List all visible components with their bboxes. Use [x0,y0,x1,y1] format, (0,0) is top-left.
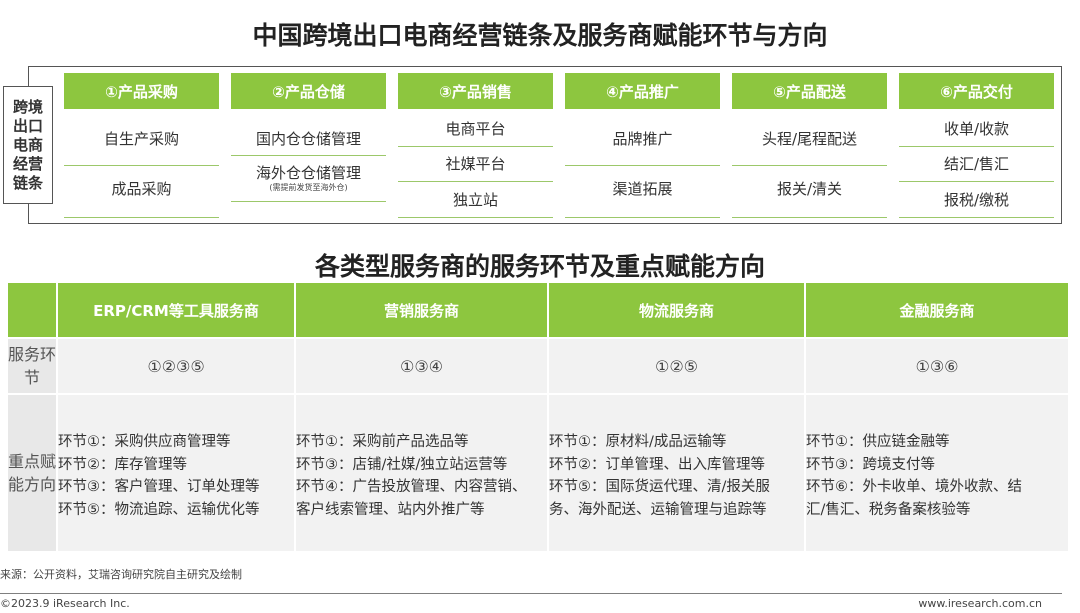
divider [899,146,1054,147]
table-cell-directions: 环节①：采购前产品选品等 环节③：店铺/社媒/独立站运营等 环节④：广告投放管理… [296,395,547,551]
table-cell-directions: 环节①：采购供应商管理等 环节②：库存管理等 环节③：客户管理、订单处理等 环节… [58,395,294,551]
stage-item-text: 海外仓仓储管理 [255,164,361,182]
chain-label: 跨境出口电商经营链条 [3,86,53,204]
footer-divider [0,593,1062,594]
stage-procurement: ①产品采购 自生产采购 成品采购 [64,73,219,218]
direction-line: 环节⑤：物流追踪、运输优化等 [58,501,260,518]
divider [398,146,553,147]
table-cell-steps: ①②③⑤ [58,339,294,393]
divider [64,165,219,166]
direction-line: 环节②：订单管理、出入库管理等 [549,456,765,473]
direction-line: 环节①：原材料/成品运输等 [549,434,727,450]
table-cell-directions: 环节①：供应链金融等 环节③：跨境支付等 环节⑥：外卡收单、境外收款、结 汇/售… [806,395,1068,551]
direction-line: 环节③：客户管理、订单处理等 [58,479,260,495]
stage-item: 品牌推广 [612,130,673,148]
column-header: 物流服务商 [549,283,804,337]
stage-delivery: ⑤产品配送 头程/尾程配送 报关/清关 [732,73,887,218]
section-title: 各类型服务商的服务环节及重点赋能方向 [314,252,765,281]
row-label: 服务环节 [8,339,56,393]
website-link[interactable]: www.iresearch.com.cn [918,597,1042,610]
divider [231,201,386,202]
stage-item: 报关/清关 [776,180,843,198]
direction-line: 客户线索管理、站内外推广等 [296,501,485,518]
direction-line: 务、海外配送、运输管理与追踪等 [549,501,767,518]
main-title: 中国跨境出口电商经营链条及服务商赋能环节与方向 [252,21,828,50]
stage-header: ⑥产品交付 [899,73,1054,109]
direction-line: 汇/售汇、税务备案核验等 [806,501,971,518]
table-cell-steps: ①③④ [296,339,547,393]
stage-item: 成品采购 [111,180,172,198]
direction-line: 环节⑥：外卡收单、境外收款、结 [806,479,1022,495]
copyright: ©2023.9 iResearch Inc. [0,597,130,610]
stage-header: ⑤产品配送 [732,73,887,109]
divider [899,217,1054,218]
direction-line: 环节②：库存管理等 [58,456,187,473]
divider [565,165,720,166]
stage-item: 社媒平台 [445,155,506,173]
column-header: 金融服务商 [806,283,1068,337]
direction-line: 环节①：采购供应商管理等 [58,434,231,450]
direction-line: 环节⑤：国际货运代理、清/报关服 [549,479,770,495]
stage-item-note: (需提前发货至海外仓) [269,183,348,192]
stage-promotion: ④产品推广 品牌推广 渠道拓展 [565,73,720,218]
stage-item: 国内仓仓储管理 [255,130,361,148]
stage-item: 自生产采购 [103,130,179,148]
divider [565,217,720,218]
divider [64,217,219,218]
divider [231,155,386,156]
stage-item: 结汇/售汇 [943,155,1010,173]
row-label: 重点赋能方向 [8,395,56,551]
divider [398,181,553,182]
table-corner [8,283,56,337]
table-cell-steps: ①③⑥ [806,339,1068,393]
stage-item: 海外仓仓储管理 (需提前发货至海外仓) [231,163,386,193]
direction-line: 环节④：广告投放管理、内容营销、 [296,479,527,495]
column-header: 营销服务商 [296,283,547,337]
divider [398,217,553,218]
table-cell-directions: 环节①：原材料/成品运输等 环节②：订单管理、出入库管理等 环节⑤：国际货运代理… [549,395,804,551]
stage-item: 电商平台 [445,120,506,138]
direction-line: 环节①：采购前产品选品等 [296,434,469,450]
stage-item: 渠道拓展 [612,180,673,198]
direction-line: 环节③：跨境支付等 [806,456,935,473]
divider [732,217,887,218]
table-cell-steps: ①②⑤ [549,339,804,393]
stage-header: ②产品仓储 [231,73,386,109]
direction-line: 环节③：店铺/社媒/独立站运营等 [296,456,508,473]
stage-header: ①产品采购 [64,73,219,109]
stage-item: 头程/尾程配送 [761,130,858,148]
divider [732,165,887,166]
stage-item: 报税/缴税 [943,191,1010,209]
stage-item: 收单/收款 [943,120,1010,138]
stage-header: ④产品推广 [565,73,720,109]
direction-line: 环节①：供应链金融等 [806,434,950,450]
stage-storage: ②产品仓储 国内仓仓储管理 海外仓仓储管理 (需提前发货至海外仓) [231,73,386,218]
stage-sales: ③产品销售 电商平台 社媒平台 独立站 [398,73,553,218]
divider [899,181,1054,182]
column-header: ERP/CRM等工具服务商 [58,283,294,337]
stage-item: 独立站 [452,191,498,209]
stage-header: ③产品销售 [398,73,553,109]
stage-fulfillment: ⑥产品交付 收单/收款 结汇/售汇 报税/缴税 [899,73,1054,218]
source-note: 来源：公开资料，艾瑞咨询研究院自主研究及绘制 [0,568,242,581]
